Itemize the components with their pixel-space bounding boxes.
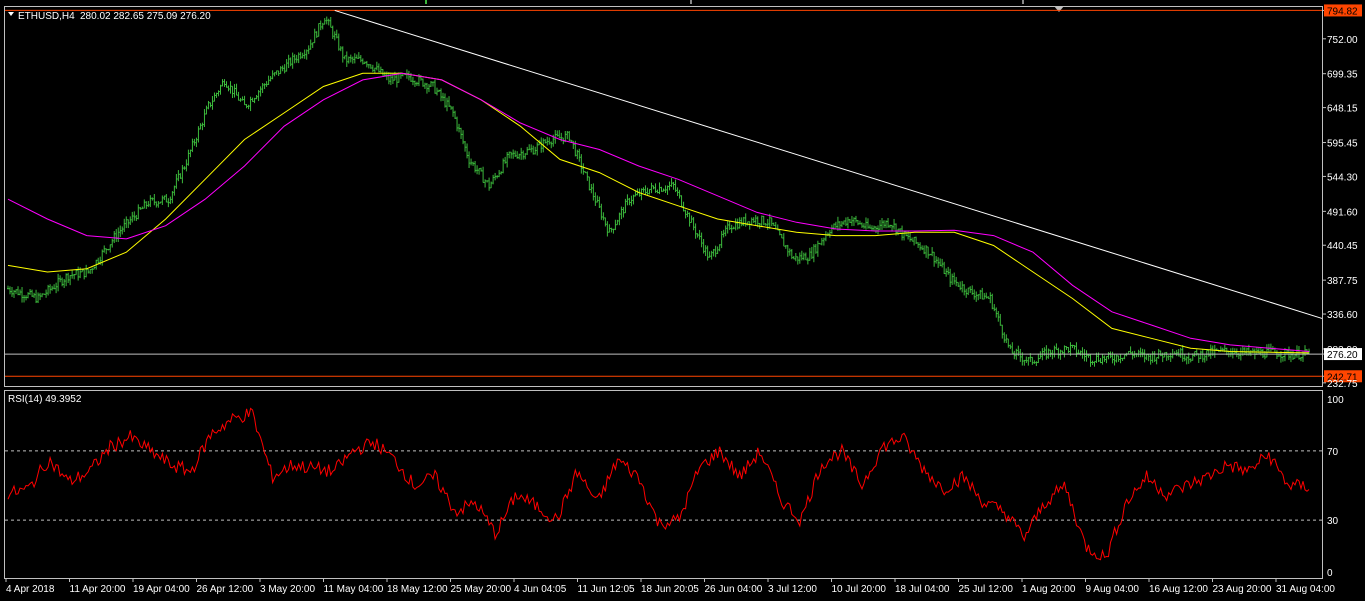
time-tick-label: 3 Jul 12:00 [768,584,817,595]
price-tick-label: 232.75 [1327,379,1358,390]
time-tick-label: 23 Aug 20:00 [1213,584,1272,595]
price-tick-label: 491.60 [1327,207,1358,218]
time-tick-label: 18 Jun 20:05 [641,584,699,595]
price-tick-label: 648.15 [1327,104,1358,115]
price-tick-label: 336.60 [1327,310,1358,321]
time-tick-label: 26 Jun 04:00 [705,584,763,595]
trading-chart[interactable]: ETHUSD,H4 280.02 282.65 275.09 276.20 79… [0,0,1365,601]
time-tick-label: 25 Jul 12:00 [959,584,1014,595]
rsi-tick-label: 0 [1327,568,1333,579]
top-scroll-mark-right [1022,0,1024,4]
time-tick-label: 11 Jun 12:05 [578,584,636,595]
time-tick-label: 1 Aug 20:00 [1022,584,1076,595]
time-tick-label: 25 May 20:00 [451,584,512,595]
rsi-tick-label: 100 [1327,395,1344,406]
price-tick-label: 595.45 [1327,139,1358,150]
time-tick-label: 10 Jul 20:00 [832,584,887,595]
time-tick-label: 4 Apr 2018 [6,584,55,595]
price-tick-label: 752.00 [1327,35,1358,46]
price-tick-label: 544.30 [1327,172,1358,183]
time-tick-label: 19 Apr 04:00 [133,584,190,595]
time-tick-label: 11 May 04:00 [324,584,384,595]
time-tick-label: 18 Jul 04:00 [895,584,950,595]
symbol-label: ETHUSD,H4 [18,11,75,22]
time-tick-label: 18 May 12:00 [387,584,448,595]
ohlc-label: 280.02 282.65 275.09 276.20 [80,11,211,22]
time-tick-label: 4 Jun 04:05 [514,584,567,595]
top-scroll-mark-mid [690,0,692,4]
price-tick-label: 794.82 [1327,6,1358,17]
time-tick-label: 11 Apr 20:00 [70,584,126,595]
time-tick-label: 31 Aug 04:00 [1276,584,1335,595]
rsi-title: RSI(14) 49.3952 [8,394,82,405]
price-tick-label: 440.45 [1327,241,1358,252]
rsi-tick-label: 30 [1327,516,1339,527]
time-tick-label: 3 May 20:00 [260,584,315,595]
time-tick-label: 26 Apr 12:00 [197,584,254,595]
rsi-tick-label: 70 [1327,447,1339,458]
time-tick-label: 16 Aug 12:00 [1149,584,1208,595]
time-tick-label: 9 Aug 04:00 [1086,584,1140,595]
price-tick-label: 699.35 [1327,70,1358,81]
top-scroll-mark-left [425,0,427,4]
price-tick-label: 276.20 [1327,350,1358,361]
price-tick-label: 387.75 [1327,276,1358,287]
